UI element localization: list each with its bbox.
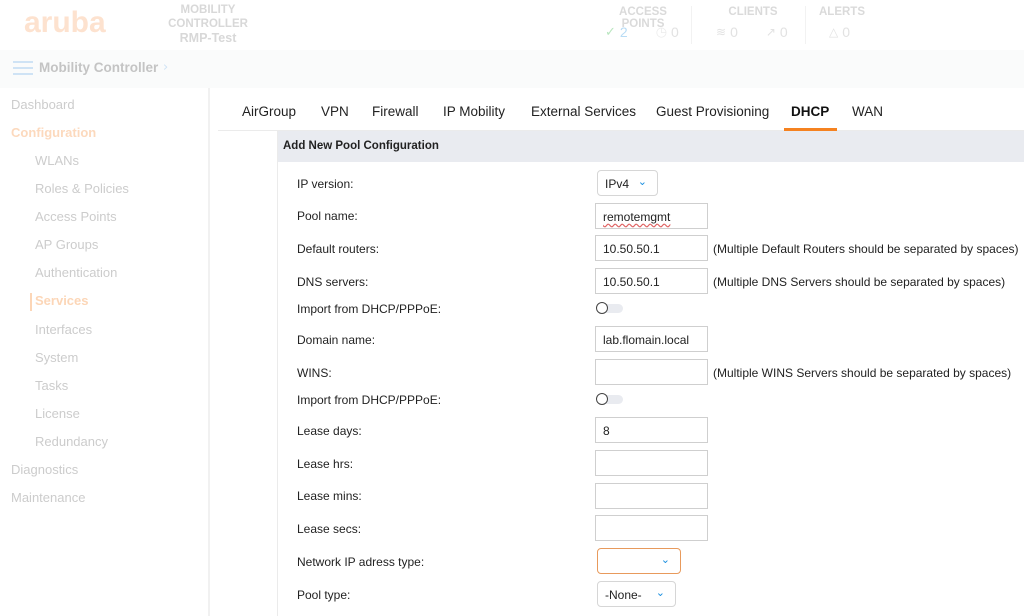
sidebar-item-interfaces[interactable]: Interfaces xyxy=(35,322,92,337)
active-indicator xyxy=(30,293,32,311)
sidebar-item-roles-policies[interactable]: Roles & Policies xyxy=(35,181,129,196)
chevron-down-icon: ⌄ xyxy=(660,554,670,566)
sidebar-item-tasks[interactable]: Tasks xyxy=(35,378,68,393)
ip-version-value: IPv4 xyxy=(605,177,630,191)
clients-stats[interactable]: ≋ 0 ↗ 0 xyxy=(716,24,788,40)
tab-guest-provisioning[interactable]: Guest Provisioning xyxy=(656,104,769,119)
import-dns-label: Import from DHCP/PPPoE: xyxy=(297,302,442,316)
sidebar-item-dashboard[interactable]: Dashboard xyxy=(11,97,75,112)
tab-airgroup[interactable]: AirGroup xyxy=(242,104,296,119)
sidebar-item-license[interactable]: License xyxy=(35,406,80,421)
stat-divider xyxy=(805,6,806,44)
sidebar-item-access-points[interactable]: Access Points xyxy=(35,209,117,224)
sidebar-item-system[interactable]: System xyxy=(35,350,78,365)
sidebar-item-services[interactable]: Services xyxy=(35,293,89,308)
chevron-down-icon: ⌄ xyxy=(655,587,665,599)
lease-mins-label: Lease mins: xyxy=(297,489,362,503)
controller-name: RMP-Test xyxy=(179,31,237,45)
ip-version-select[interactable]: IPv4 ⌄ xyxy=(597,170,658,196)
clients-label: CLIENTS xyxy=(728,6,778,18)
pool-type-value: -None- xyxy=(605,588,642,602)
chevron-down-icon: ⌄ xyxy=(637,176,647,188)
breadcrumb-mobility-controller[interactable]: Mobility Controller xyxy=(39,60,158,75)
dns-servers-label: DNS servers: xyxy=(297,275,369,289)
tab-external-services[interactable]: External Services xyxy=(531,104,636,119)
check-circle-icon: ✓ xyxy=(605,24,616,39)
lease-hrs-label: Lease hrs: xyxy=(297,457,354,471)
controller-label: MOBILITY CONTROLLER xyxy=(168,4,248,30)
tab-wan[interactable]: WAN xyxy=(852,104,883,119)
warning-icon: △ xyxy=(829,25,839,39)
sidebar-item-redundancy[interactable]: Redundancy xyxy=(35,434,108,449)
sidebar-item-wlans[interactable]: WLANs xyxy=(35,153,79,168)
network-ip-type-label: Network IP adress type: xyxy=(297,555,425,569)
ap-up-count: 2 xyxy=(619,24,628,40)
tab-ip-mobility[interactable]: IP Mobility xyxy=(443,104,505,119)
clock-icon: ◷ xyxy=(655,24,668,39)
ap-down-count: 0 xyxy=(671,24,679,40)
network-ip-type-select[interactable]: ⌄ xyxy=(597,548,681,574)
alerts-count: 0 xyxy=(842,24,851,40)
wifi-icon: ≋ xyxy=(716,25,727,39)
alerts-stats[interactable]: △ 0 xyxy=(829,24,850,40)
import-dns-toggle[interactable] xyxy=(596,302,624,314)
wins-label: WINS: xyxy=(297,366,332,380)
pool-name-value: remotemgmt xyxy=(603,210,671,224)
sidebar-item-ap-groups[interactable]: AP Groups xyxy=(35,237,98,252)
lease-hrs-input[interactable] xyxy=(595,450,708,476)
ip-version-label: IP version: xyxy=(297,177,354,191)
tab-vpn[interactable]: VPN xyxy=(321,104,349,119)
wired-client-count: 0 xyxy=(779,24,788,40)
sidebar-item-authentication[interactable]: Authentication xyxy=(35,265,117,280)
lease-secs-label: Lease secs: xyxy=(297,522,362,536)
pool-type-select[interactable]: -None- ⌄ xyxy=(597,581,676,607)
lease-days-input[interactable]: 8 xyxy=(595,417,708,443)
pool-name-label: Pool name: xyxy=(297,209,358,223)
default-routers-label: Default routers: xyxy=(297,242,380,256)
wins-hint: (Multiple WINS Servers should be separat… xyxy=(713,366,1012,380)
pool-name-input[interactable]: remotemgmt xyxy=(595,203,708,229)
panel-border xyxy=(277,131,278,616)
tab-firewall[interactable]: Firewall xyxy=(372,104,419,119)
controller-title: MOBILITY CONTROLLER RMP-Test xyxy=(140,3,276,45)
hamburger-menu-icon[interactable] xyxy=(13,61,33,75)
pool-type-label: Pool type: xyxy=(297,588,351,602)
sidebar-item-maintenance[interactable]: Maintenance xyxy=(11,490,85,505)
domain-name-input[interactable]: lab.flomain.local xyxy=(595,326,708,352)
wins-input[interactable] xyxy=(595,359,708,385)
tab-dhcp[interactable]: DHCP xyxy=(791,104,829,119)
domain-name-label: Domain name: xyxy=(297,333,376,347)
sidebar-item-configuration[interactable]: Configuration xyxy=(11,125,96,140)
import-wins-label: Import from DHCP/PPPoE: xyxy=(297,393,442,407)
panel-title: Add New Pool Configuration xyxy=(283,140,439,152)
dns-servers-hint: (Multiple DNS Servers should be separate… xyxy=(713,275,1006,289)
aruba-logo[interactable]: aruba xyxy=(24,6,106,40)
access-points-stats[interactable]: ✓ 2 ◷ 0 xyxy=(605,24,679,40)
chevron-right-icon: › xyxy=(163,60,169,75)
alerts-label: ALERTS xyxy=(819,6,865,18)
default-routers-hint: (Multiple Default Routers should be sepa… xyxy=(713,242,1019,256)
lease-mins-input[interactable] xyxy=(595,483,708,509)
stat-divider xyxy=(691,6,692,44)
lease-days-label: Lease days: xyxy=(297,424,362,438)
default-routers-input[interactable]: 10.50.50.1 xyxy=(595,235,708,261)
lease-secs-input[interactable] xyxy=(595,515,708,541)
sidebar-item-diagnostics[interactable]: Diagnostics xyxy=(11,462,78,477)
wireless-client-count: 0 xyxy=(730,24,738,40)
services-tabs: AirGroup VPN Firewall IP Mobility Extern… xyxy=(218,88,1024,131)
sidebar xyxy=(0,88,210,616)
import-wins-toggle[interactable] xyxy=(596,393,624,405)
wired-icon: ↗ xyxy=(765,25,776,39)
dns-servers-input[interactable]: 10.50.50.1 xyxy=(595,268,708,294)
top-bar: aruba MOBILITY CONTROLLER RMP-Test ACCES… xyxy=(0,0,1024,50)
